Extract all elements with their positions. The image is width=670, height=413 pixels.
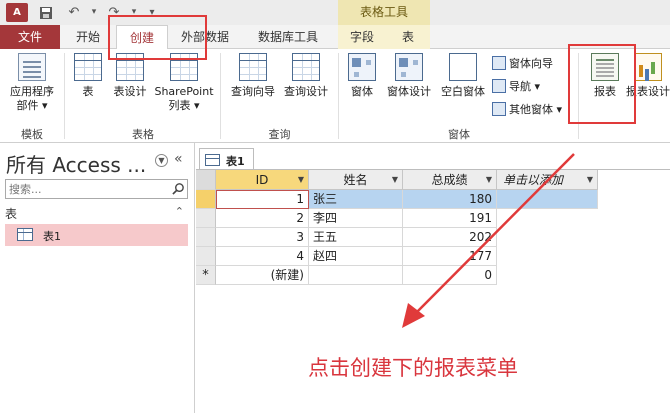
instruction-text: 点击创建下的报表菜单 — [308, 356, 518, 380]
